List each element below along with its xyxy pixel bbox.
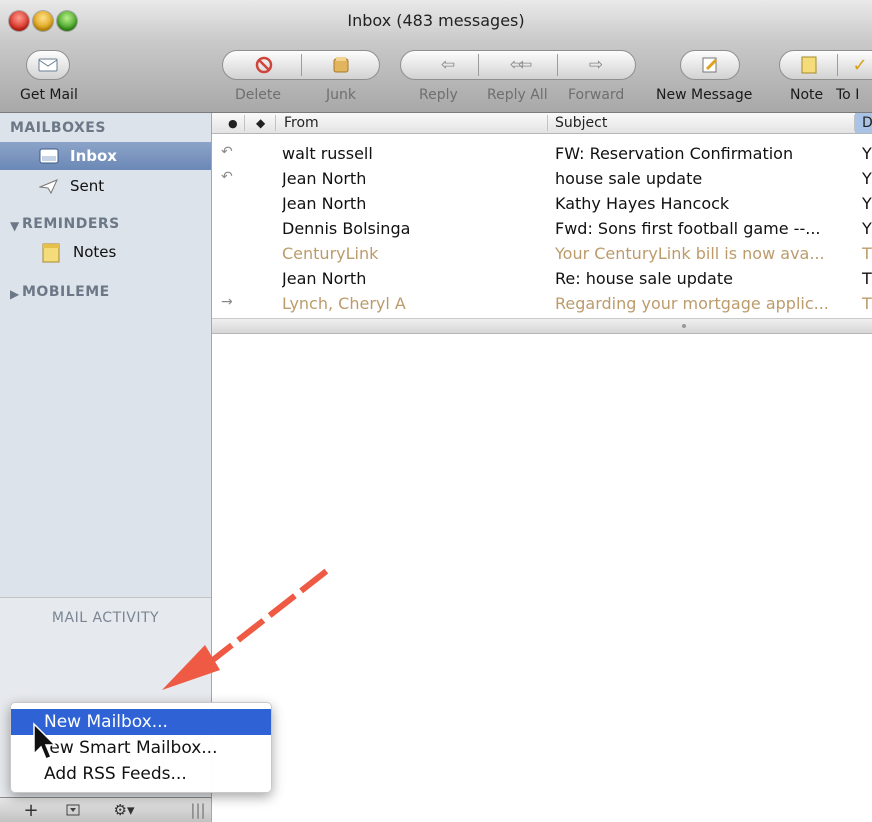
toolbar-divider xyxy=(478,54,479,76)
message-row[interactable]: ↶ Jean North house sale update Y xyxy=(212,166,872,191)
get-mail-label: Get Mail xyxy=(20,87,78,103)
paper-plane-icon xyxy=(38,177,58,195)
message-from: Lynch, Cheryl A xyxy=(282,294,406,313)
reminders-header[interactable]: REMINDERS xyxy=(22,216,120,232)
todo-label: To I xyxy=(836,87,860,103)
forward-icon[interactable]: ⇨ xyxy=(586,55,606,75)
note-icon[interactable] xyxy=(799,55,819,75)
message-subject: Your CenturyLink bill is now ava... xyxy=(555,244,825,263)
replied-arrow-icon: ↶ xyxy=(221,169,233,185)
from-column-header[interactable]: From xyxy=(284,115,319,131)
message-subject: Regarding your mortgage applic... xyxy=(555,294,829,313)
message-subject: Re: house sale update xyxy=(555,269,733,288)
reply-icon[interactable]: ⇦ xyxy=(438,55,458,75)
reply-label: Reply xyxy=(419,87,458,103)
inbox-label: Inbox xyxy=(70,147,117,165)
message-from: Jean North xyxy=(282,269,367,288)
message-subject: FW: Reservation Confirmation xyxy=(555,144,794,163)
unread-column-icon[interactable]: ● xyxy=(228,117,238,130)
notepad-icon xyxy=(42,243,60,263)
message-from: Dennis Bolsinga xyxy=(282,219,411,238)
show-hide-mailbox-icon[interactable] xyxy=(60,798,86,822)
message-date: Y xyxy=(862,194,872,213)
compose-icon xyxy=(700,55,720,75)
message-row[interactable]: → Lynch, Cheryl A Regarding your mortgag… xyxy=(212,291,872,316)
subject-column-header[interactable]: Subject xyxy=(555,115,607,131)
inbox-tray-icon xyxy=(39,147,59,165)
toolbar-divider xyxy=(837,54,838,76)
message-row[interactable]: ↶ walt russell FW: Reservation Confirmat… xyxy=(212,141,872,166)
message-subject: house sale update xyxy=(555,169,703,188)
date-column-header[interactable]: D xyxy=(855,113,872,133)
toolbar-divider xyxy=(557,54,558,76)
menu-item-new-smart-mailbox[interactable]: ew Smart Mailbox... xyxy=(11,735,271,761)
gear-action-icon[interactable]: ⚙▾ xyxy=(104,798,144,822)
sent-label: Sent xyxy=(70,177,105,195)
notes-label: Notes xyxy=(73,243,117,261)
window-title: Inbox (483 messages) xyxy=(347,11,525,30)
message-row[interactable]: Jean North Kathy Hayes Hancock Y xyxy=(212,191,872,216)
message-from: CenturyLink xyxy=(282,244,379,263)
menu-item-label: Add RSS Feeds... xyxy=(44,764,187,784)
menu-item-label: ew Smart Mailbox... xyxy=(44,738,218,758)
message-list-header: ● ◆ From Subject D xyxy=(212,113,872,134)
splitter-grip-icon xyxy=(682,324,686,328)
add-mailbox-popup-menu: New Mailbox... ew Smart Mailbox... Add R… xyxy=(10,702,272,793)
column-separator xyxy=(244,115,245,131)
sidebar-item-notes[interactable]: Notes xyxy=(0,238,211,266)
message-row[interactable]: CenturyLink Your CenturyLink bill is now… xyxy=(212,241,872,266)
column-separator xyxy=(275,115,276,131)
envelope-icon xyxy=(38,55,58,75)
message-subject: Fwd: Sons first football game --... xyxy=(555,219,821,238)
toolbar-divider xyxy=(301,54,302,76)
message-date: T xyxy=(862,269,872,288)
add-plus-icon[interactable]: + xyxy=(20,798,42,822)
mailboxes-header[interactable]: MAILBOXES xyxy=(10,120,106,136)
delete-label: Delete xyxy=(235,87,281,103)
menu-item-new-mailbox[interactable]: New Mailbox... xyxy=(11,709,271,735)
note-label: Note xyxy=(790,87,824,103)
message-date: T xyxy=(862,244,872,263)
message-row[interactable]: Dennis Bolsinga Fwd: Sons first football… xyxy=(212,216,872,241)
split-view-divider[interactable] xyxy=(212,318,872,334)
delete-icon[interactable] xyxy=(254,55,274,75)
message-from: Jean North xyxy=(282,194,367,213)
disclosure-triangle-open-icon[interactable]: ▼ xyxy=(10,219,19,233)
forward-label: Forward xyxy=(568,87,625,103)
disclosure-triangle-closed-icon[interactable]: ▶ xyxy=(10,287,19,301)
column-separator xyxy=(547,115,548,131)
menu-item-label: New Mailbox... xyxy=(44,712,168,732)
junk-icon[interactable] xyxy=(331,55,351,75)
message-date: Y xyxy=(862,169,872,188)
resize-grip-icon[interactable]: ||| xyxy=(188,798,208,822)
message-subject: Kathy Hayes Hancock xyxy=(555,194,730,213)
menu-item-add-rss-feeds[interactable]: Add RSS Feeds... xyxy=(11,761,271,787)
message-from: walt russell xyxy=(282,144,373,163)
mobileme-header[interactable]: MOBILEME xyxy=(22,284,110,300)
junk-label: Junk xyxy=(326,87,356,103)
sidebar-item-sent[interactable]: Sent xyxy=(0,172,211,200)
message-from: Jean North xyxy=(282,169,367,188)
message-row[interactable]: Jean North Re: house sale update T xyxy=(212,266,872,291)
flag-column-icon[interactable]: ◆ xyxy=(256,116,265,130)
sidebar: MAILBOXES Inbox Sent ▼ REMINDERS Notes ▶… xyxy=(0,113,212,798)
reply-all-icon[interactable]: ⇦⇦ xyxy=(508,55,532,75)
mail-activity-label: MAIL ACTIVITY xyxy=(51,610,160,626)
message-date: Y xyxy=(862,144,872,163)
sidebar-bottom-bar: + ⚙▾ ||| xyxy=(0,797,212,822)
toolbar: Get Mail Delete Junk ⇦ ⇦⇦ ⇨ Reply Reply … xyxy=(0,42,872,113)
forwarded-arrow-icon: → xyxy=(221,294,233,310)
todo-icon[interactable]: ✓ xyxy=(850,55,870,76)
message-preview-pane xyxy=(212,334,872,821)
reply-all-label: Reply All xyxy=(487,87,548,103)
replied-arrow-icon: ↶ xyxy=(221,144,233,160)
title-bar: Inbox (483 messages) xyxy=(0,0,872,43)
message-date: Y xyxy=(862,219,872,238)
sidebar-item-inbox[interactable]: Inbox xyxy=(0,142,211,170)
new-message-label: New Message xyxy=(656,87,753,103)
message-date: T xyxy=(862,294,872,313)
